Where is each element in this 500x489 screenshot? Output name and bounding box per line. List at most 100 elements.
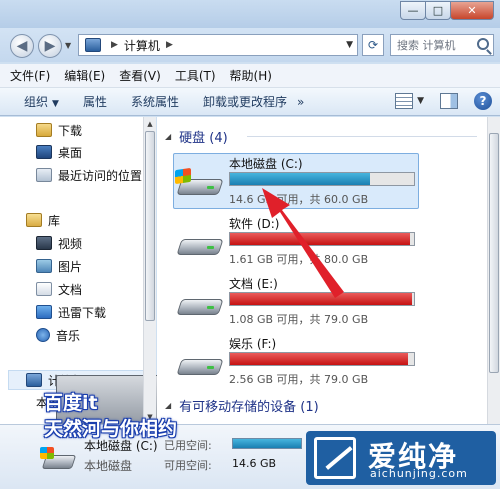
content-pane: ◢ 硬盘 (4) 本地磁盘 (C:) 14.6 GB 可用，共 60.0 GB 软…: [157, 117, 487, 424]
maximize-button[interactable]: □: [425, 1, 451, 20]
organize-button[interactable]: 组织 ▼: [24, 93, 59, 110]
nav-label: 库: [48, 213, 61, 228]
downloads-folder-icon: [36, 123, 52, 137]
nav-label: 图片: [58, 259, 83, 274]
breadcrumb-computer[interactable]: 计算机: [124, 37, 160, 54]
back-button[interactable]: ◀: [10, 34, 34, 58]
music-library-icon: [36, 328, 50, 342]
computer-icon: [26, 373, 42, 387]
group-divider: [247, 136, 477, 137]
nav-scrollbar[interactable]: ▲ ▼: [143, 117, 156, 424]
library-icon: [26, 213, 42, 227]
drive-usage-bar: [229, 172, 415, 186]
windows-logo-icon: [175, 167, 191, 185]
nav-item-xunlei[interactable]: 迅雷下载: [36, 302, 106, 322]
overlay-caption-line2: 天然河与你相约: [44, 418, 178, 440]
menu-edit[interactable]: 编辑(E): [64, 67, 105, 84]
watermark-url: aichunjing.com: [370, 467, 468, 480]
drive-usage-fill: [230, 173, 370, 185]
minimize-button[interactable]: —: [400, 1, 426, 20]
drive-usage-fill: [230, 353, 409, 365]
drive-free-space: 2.56 GB 可用，共 79.0 GB: [229, 373, 369, 386]
help-icon[interactable]: ?: [474, 92, 492, 110]
scrollbar-thumb[interactable]: [489, 133, 499, 373]
system-drive-icon: [40, 445, 77, 475]
address-dropdown-icon[interactable]: ▼: [346, 40, 353, 50]
command-bar: 组织 ▼ 属性 系统属性 卸载或更改程序 » ▼ ?: [0, 88, 500, 116]
menu-help[interactable]: 帮助(H): [230, 67, 272, 84]
drive-item-f[interactable]: 娱乐 (F:) 2.56 GB 可用，共 79.0 GB: [176, 335, 427, 389]
forward-button[interactable]: ▶: [38, 34, 62, 58]
search-input[interactable]: 搜索 计算机: [390, 34, 494, 56]
breadcrumb-separator-icon[interactable]: ▶: [111, 40, 118, 50]
group-hard-drives[interactable]: ◢ 硬盘 (4): [165, 127, 228, 146]
windows-logo-icon: [40, 447, 54, 459]
more-commands-button[interactable]: »: [297, 95, 304, 109]
organize-label: 组织: [24, 95, 49, 109]
preview-pane-icon[interactable]: [440, 93, 458, 109]
group-removable-storage[interactable]: ◢ 有可移动存储的设备 (1): [165, 396, 319, 415]
menu-file[interactable]: 文件(F): [10, 67, 50, 84]
nav-item-recent[interactable]: 最近访问的位置: [36, 165, 142, 185]
menu-tools[interactable]: 工具(T): [175, 67, 216, 84]
hard-drive-icon: [176, 293, 224, 319]
nav-item-desktop[interactable]: 桌面: [36, 142, 82, 162]
drive-item-d[interactable]: 软件 (D:) 1.61 GB 可用，共 80.0 GB: [176, 215, 427, 269]
forward-arrow-icon: ▶: [44, 38, 56, 54]
drive-usage-bar: [229, 292, 415, 306]
nav-item-video[interactable]: 视频: [36, 233, 82, 253]
content-scrollbar[interactable]: [487, 117, 500, 424]
nav-item-music[interactable]: 音乐: [36, 325, 80, 345]
scrollbar-thumb[interactable]: [145, 131, 155, 321]
nav-label: 迅雷下载: [58, 305, 107, 320]
nav-label: 文档: [58, 282, 83, 297]
window-controls: — □ ✕: [400, 1, 494, 21]
drive-free-space: 1.08 GB 可用，共 79.0 GB: [229, 313, 369, 326]
change-view-icon[interactable]: [395, 93, 414, 109]
refresh-button[interactable]: ⟳: [362, 34, 384, 56]
group-label: 有可移动存储的设备 (1): [179, 399, 319, 415]
nav-item-downloads[interactable]: 下载: [36, 120, 82, 140]
uninstall-button[interactable]: 卸载或更改程序: [203, 93, 287, 110]
drive-name: 娱乐 (F:): [229, 337, 277, 351]
system-properties-button[interactable]: 系统属性: [131, 93, 179, 110]
nav-label: 最近访问的位置: [58, 168, 143, 183]
group-label: 硬盘 (4): [179, 130, 228, 146]
nav-item-library[interactable]: 库: [26, 210, 60, 230]
history-dropdown-icon[interactable]: ▼: [65, 41, 71, 50]
properties-button[interactable]: 属性: [83, 93, 107, 110]
collapse-triangle-icon[interactable]: ◢: [165, 132, 171, 141]
drive-name: 软件 (D:): [229, 217, 280, 231]
scroll-up-icon[interactable]: ▲: [145, 118, 155, 130]
details-free-value: 14.6 GB: [232, 457, 277, 470]
menu-bar: 文件(F) 编辑(E) 查看(V) 工具(T) 帮助(H): [0, 64, 500, 88]
drive-item-c[interactable]: 本地磁盘 (C:) 14.6 GB 可用，共 60.0 GB: [175, 155, 427, 209]
nav-label: 下载: [58, 123, 83, 138]
drive-name: 文档 (E:): [229, 277, 278, 291]
drive-item-e[interactable]: 文档 (E:) 1.08 GB 可用，共 79.0 GB: [176, 275, 427, 329]
pictures-library-icon: [36, 259, 52, 273]
brand-logo-icon: [314, 437, 356, 479]
xunlei-download-icon: [36, 305, 52, 319]
refresh-icon: ⟳: [367, 38, 379, 52]
address-bar[interactable]: ▶ 计算机 ▶ ▼: [78, 34, 358, 56]
view-dropdown-icon[interactable]: ▼: [417, 96, 424, 106]
nav-item-pictures[interactable]: 图片: [36, 256, 82, 276]
nav-label: 视频: [58, 236, 83, 251]
nav-item-documents[interactable]: 文档: [36, 279, 82, 299]
back-arrow-icon: ◀: [16, 38, 28, 54]
drive-usage-fill: [230, 293, 413, 305]
search-icon[interactable]: [477, 38, 489, 50]
collapse-triangle-icon[interactable]: ◢: [165, 401, 171, 410]
title-bar: — □ ✕: [0, 0, 500, 28]
close-button[interactable]: ✕: [450, 1, 494, 20]
watermark-logo: 爱纯净 aichunjing.com: [306, 431, 496, 485]
breadcrumb-separator-icon[interactable]: ▶: [166, 40, 173, 50]
drive-name: 本地磁盘 (C:): [229, 157, 303, 171]
drive-usage-bar: [229, 352, 415, 366]
drive-usage-fill: [230, 233, 411, 245]
nav-label: 音乐: [56, 328, 81, 343]
drive-free-space: 1.61 GB 可用，共 80.0 GB: [229, 253, 369, 266]
menu-view[interactable]: 查看(V): [119, 67, 161, 84]
details-usage-bar: [232, 438, 302, 449]
